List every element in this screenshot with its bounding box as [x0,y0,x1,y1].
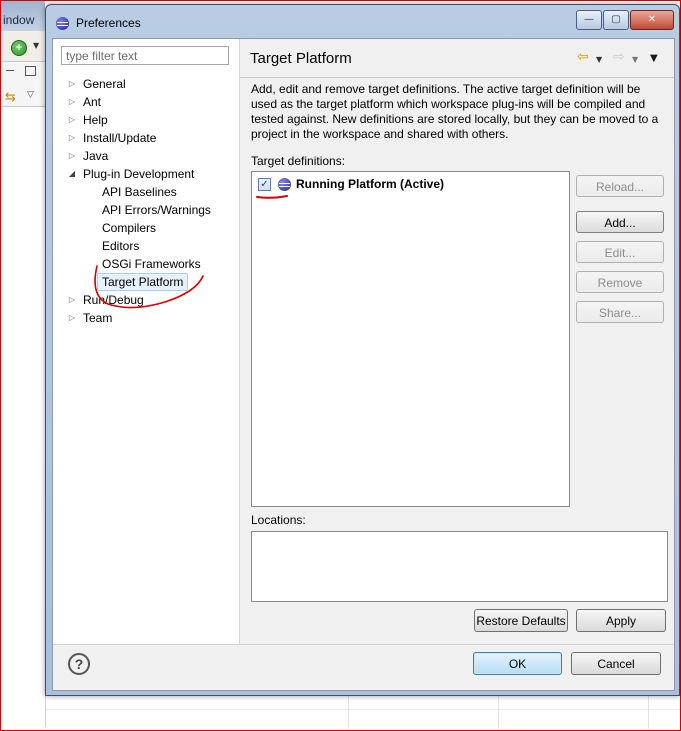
tree-item-run-debug[interactable]: Run/Debug [83,291,144,309]
locations-label: Locations: [251,513,306,527]
tree-item-compilers[interactable]: Compilers [102,219,156,237]
locations-tree[interactable] [251,531,668,602]
view-menu-icon[interactable]: ▽ [27,90,34,100]
expand-arrow-icon[interactable]: ▷ [67,93,77,111]
tree-item-target-platform[interactable]: Target Platform [97,273,189,291]
ok-button[interactable]: OK [473,652,562,675]
collapse-arrow-icon[interactable]: ◢ [67,165,77,183]
tree-item-osgi-frameworks[interactable]: OSGi Frameworks [102,255,201,273]
tree-item-help[interactable]: Help [83,111,108,129]
tree-item-ant[interactable]: Ant [83,93,101,111]
chevron-down-icon[interactable]: ▼ [596,52,602,68]
active-checkbox[interactable]: ✓ [258,178,271,191]
tree-item-install-update[interactable]: Install/Update [83,129,156,147]
expand-arrow-icon[interactable]: ▷ [67,129,77,147]
workbench-menubar: indow [1,1,45,31]
definition-label: Running Platform (Active) [296,177,445,191]
tree-item-api-baselines[interactable]: API Baselines [102,183,177,201]
expand-arrow-icon[interactable]: ▷ [67,147,77,165]
edit-button[interactable]: Edit... [576,241,664,263]
back-arrow-icon[interactable]: ⇦ [577,49,589,65]
share-button[interactable]: Share... [576,301,664,323]
chevron-down-icon[interactable]: ▼ [33,41,39,50]
remove-button[interactable]: Remove [576,271,664,293]
expand-arrow-icon[interactable]: ▷ [67,111,77,129]
dialog-title: Preferences [76,16,141,30]
page-description: Add, edit and remove target definitions.… [251,82,659,141]
new-wizard-icon[interactable]: + [11,40,27,56]
reload-button[interactable]: Reload... [576,175,664,197]
page-header: Target Platform ⇦ ▼ ⇨ ▼ ▼ [240,39,674,77]
cancel-button[interactable]: Cancel [571,652,661,675]
target-definitions-list[interactable]: ✓ Running Platform (Active) [251,171,570,507]
target-definitions-label: Target definitions: [251,154,346,168]
expand-arrow-icon[interactable]: ▷ [67,309,77,327]
filter-input[interactable] [61,46,229,65]
tree-item-editors[interactable]: Editors [102,237,139,255]
preference-tree-pane: ▷ General ▷ Ant ▷ Help ▷ Install/Update … [53,39,240,644]
eclipse-icon [56,17,69,30]
eclipse-icon [278,178,291,191]
minimize-view-icon[interactable] [6,70,14,71]
workbench-toolbar: + ▼ [1,31,45,62]
expand-arrow-icon[interactable]: ▷ [67,75,77,93]
footer-divider [53,644,674,645]
workbench-view-toolbar: ⇆ ▽ [1,62,45,107]
workbench-bottom-view [46,692,679,729]
restore-defaults-button[interactable]: Restore Defaults [474,609,568,632]
maximize-view-icon[interactable] [25,66,36,76]
tree-item-java[interactable]: Java [83,147,108,165]
link-editor-icon[interactable]: ⇆ [5,90,16,105]
add-button[interactable]: Add... [576,211,664,233]
apply-button[interactable]: Apply [576,609,666,632]
tree-item-general[interactable]: General [83,75,126,93]
tree-item-team[interactable]: Team [83,309,112,327]
tree-item-plugin-development[interactable]: Plug-in Development [83,165,194,183]
minimize-button[interactable]: — [576,10,602,30]
header-divider [240,77,674,78]
view-menu-icon[interactable]: ▼ [650,51,658,67]
chevron-down-icon[interactable]: ▼ [632,52,638,68]
workbench-left-view [1,107,46,727]
window-menu-fragment[interactable]: indow [3,13,34,27]
close-button[interactable]: ✕ [630,10,674,30]
maximize-button[interactable]: ▢ [603,10,629,30]
forward-arrow-icon[interactable]: ⇨ [613,49,625,65]
help-icon[interactable]: ? [68,653,90,675]
dialog-client-area: ▷ General ▷ Ant ▷ Help ▷ Install/Update … [52,38,675,691]
tree-item-api-errors-warnings[interactable]: API Errors/Warnings [102,201,211,219]
preferences-dialog: Preferences — ▢ ✕ ▷ General ▷ Ant ▷ Help… [45,4,680,696]
expand-arrow-icon[interactable]: ▷ [67,291,77,309]
dialog-titlebar[interactable]: Preferences — ▢ ✕ [46,5,679,37]
page-title: Target Platform [250,50,352,67]
